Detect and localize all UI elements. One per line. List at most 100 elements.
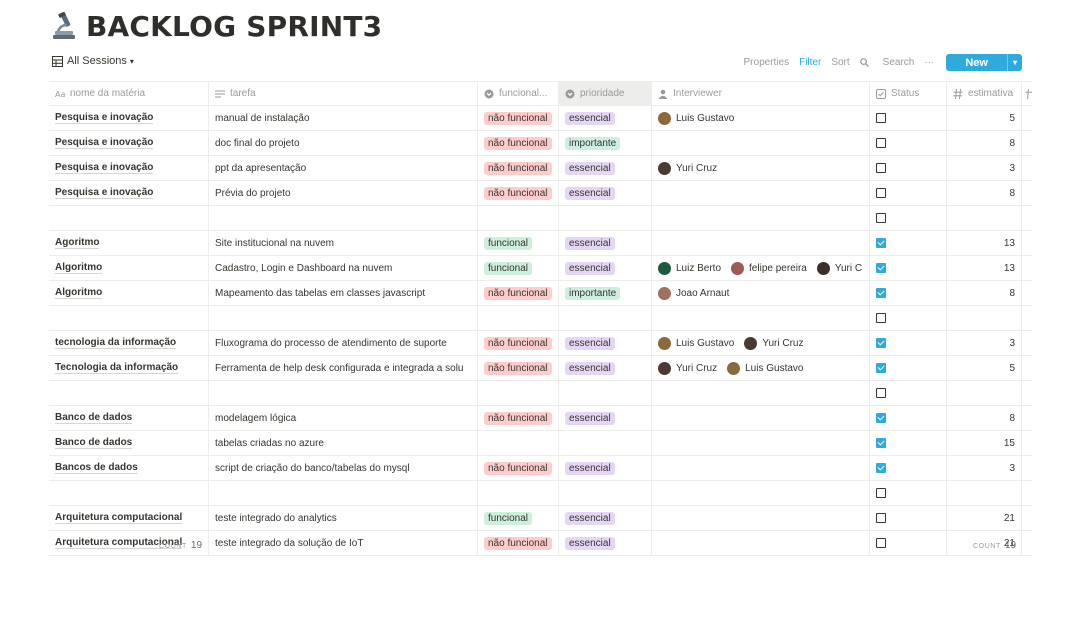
cell-prioridade[interactable]: essencial xyxy=(559,406,652,430)
cell-funcional[interactable] xyxy=(478,481,559,505)
cell-status[interactable] xyxy=(870,456,947,480)
cell-estimativa[interactable]: 3 xyxy=(947,156,1022,180)
cell-status[interactable] xyxy=(870,531,947,555)
cell-prioridade[interactable] xyxy=(559,381,652,405)
cell-status[interactable] xyxy=(870,406,947,430)
cell-interviewer[interactable] xyxy=(652,406,870,430)
cell-materia[interactable]: Agoritmo xyxy=(49,231,209,255)
row-title[interactable]: Pesquisa e inovação xyxy=(55,137,154,149)
cell-tarefa[interactable] xyxy=(209,306,478,330)
cell-prioridade[interactable]: essencial xyxy=(559,231,652,255)
cell-prioridade[interactable] xyxy=(559,206,652,230)
row-title[interactable]: Algoritmo xyxy=(55,262,103,274)
cell-estimativa[interactable] xyxy=(947,381,1022,405)
status-checkbox[interactable] xyxy=(876,538,886,548)
cell-interviewer[interactable] xyxy=(652,181,870,205)
cell-tarefa[interactable]: Mapeamento das tabelas em classes javasc… xyxy=(209,281,478,305)
table-row[interactable]: Agoritmo Site institucional na nuvem funci… xyxy=(49,231,1032,256)
cell-materia[interactable]: Pesquisa e inovação xyxy=(49,131,209,155)
cell-tarefa[interactable]: Fluxograma do processo de atendimento de… xyxy=(209,331,478,355)
row-title[interactable]: Agoritmo xyxy=(55,237,100,249)
cell-materia[interactable] xyxy=(49,381,209,405)
cell-estimativa[interactable]: 3 xyxy=(947,456,1022,480)
column-header-estimativa[interactable]: estimativa xyxy=(947,82,1022,105)
add-column-button[interactable] xyxy=(1022,82,1032,105)
table-row[interactable]: Tecnologia da informação Ferramenta de he… xyxy=(49,356,1032,381)
cell-materia[interactable]: Bancos de dados xyxy=(49,456,209,480)
cell-tarefa[interactable]: Ferramenta de help desk configurada e in… xyxy=(209,356,478,380)
cell-status[interactable] xyxy=(870,181,947,205)
cell-materia[interactable]: Pesquisa e inovação xyxy=(49,156,209,180)
status-checkbox[interactable] xyxy=(876,163,886,173)
cell-estimativa[interactable]: 8 xyxy=(947,181,1022,205)
cell-funcional[interactable]: não funcional xyxy=(478,356,559,380)
cell-status[interactable] xyxy=(870,506,947,530)
cell-materia[interactable] xyxy=(49,306,209,330)
cell-funcional[interactable]: funcional xyxy=(478,256,559,280)
status-checkbox[interactable] xyxy=(876,413,886,423)
cell-estimativa[interactable]: 8 xyxy=(947,281,1022,305)
cell-estimativa[interactable]: 3 xyxy=(947,331,1022,355)
cell-prioridade[interactable]: essencial xyxy=(559,531,652,555)
cell-prioridade[interactable]: essencial xyxy=(559,331,652,355)
row-title[interactable]: Banco de dados xyxy=(55,412,133,424)
table-row[interactable] xyxy=(49,306,1032,331)
table-row[interactable]: Arquitetura computacional teste integrado… xyxy=(49,506,1032,531)
cell-prioridade[interactable] xyxy=(559,306,652,330)
status-checkbox[interactable] xyxy=(876,338,886,348)
table-row[interactable] xyxy=(49,481,1032,506)
cell-tarefa[interactable]: Cadastro, Login e Dashboard na nuvem xyxy=(209,256,478,280)
cell-interviewer[interactable] xyxy=(652,506,870,530)
column-header-interviewer[interactable]: Interviewer xyxy=(652,82,870,105)
cell-status[interactable] xyxy=(870,281,947,305)
cell-interviewer[interactable] xyxy=(652,306,870,330)
cell-tarefa[interactable] xyxy=(209,206,478,230)
properties-button[interactable]: Properties xyxy=(744,57,790,68)
cell-status[interactable] xyxy=(870,106,947,130)
cell-materia[interactable]: Tecnologia da informação xyxy=(49,356,209,380)
cell-materia[interactable]: Pesquisa e inovação xyxy=(49,106,209,130)
row-title[interactable]: Pesquisa e inovação xyxy=(55,187,154,199)
cell-tarefa[interactable]: teste integrado da solução de IoT xyxy=(209,531,478,555)
cell-prioridade[interactable]: essencial xyxy=(559,181,652,205)
cell-funcional[interactable]: não funcional xyxy=(478,281,559,305)
cell-estimativa[interactable]: 5 xyxy=(947,106,1022,130)
cell-funcional[interactable]: não funcional xyxy=(478,131,559,155)
status-checkbox[interactable] xyxy=(876,488,886,498)
status-checkbox[interactable] xyxy=(876,363,886,373)
cell-interviewer[interactable]: Luiz Berto felipe pereira Yuri C xyxy=(652,256,870,280)
cell-funcional[interactable] xyxy=(478,306,559,330)
table-row[interactable]: Algoritmo Cadastro, Login e Dashboard na … xyxy=(49,256,1032,281)
row-title[interactable]: Tecnologia da informação xyxy=(55,362,179,374)
cell-interviewer[interactable] xyxy=(652,131,870,155)
cell-interviewer[interactable] xyxy=(652,456,870,480)
status-checkbox[interactable] xyxy=(876,513,886,523)
table-row[interactable] xyxy=(49,381,1032,406)
cell-materia[interactable]: Arquitetura computacional xyxy=(49,506,209,530)
row-title[interactable]: Banco de dados xyxy=(55,437,133,449)
cell-tarefa[interactable]: Prévia do projeto xyxy=(209,181,478,205)
status-checkbox[interactable] xyxy=(876,238,886,248)
column-header-prioridade[interactable]: prioridade xyxy=(559,82,652,105)
cell-materia[interactable]: Algoritmo xyxy=(49,281,209,305)
status-checkbox[interactable] xyxy=(876,288,886,298)
cell-status[interactable] xyxy=(870,306,947,330)
cell-tarefa[interactable]: tabelas criadas no azure xyxy=(209,431,478,455)
cell-status[interactable] xyxy=(870,156,947,180)
cell-prioridade[interactable]: essencial xyxy=(559,456,652,480)
new-button[interactable]: New ▾ xyxy=(946,54,1022,71)
table-row[interactable]: Pesquisa e inovação manual de instalação n… xyxy=(49,106,1032,131)
cell-status[interactable] xyxy=(870,206,947,230)
cell-prioridade[interactable]: essencial xyxy=(559,106,652,130)
cell-funcional[interactable]: não funcional xyxy=(478,331,559,355)
status-checkbox[interactable] xyxy=(876,138,886,148)
cell-estimativa[interactable]: 13 xyxy=(947,256,1022,280)
table-row[interactable]: Pesquisa e inovação doc final do projeto n… xyxy=(49,131,1032,156)
cell-prioridade[interactable]: essencial xyxy=(559,506,652,530)
cell-prioridade[interactable]: essencial xyxy=(559,356,652,380)
search-button[interactable]: Search xyxy=(859,57,914,68)
table-row[interactable]: Pesquisa e inovação ppt da apresentação nã… xyxy=(49,156,1032,181)
cell-estimativa[interactable]: 21 xyxy=(947,506,1022,530)
cell-estimativa[interactable]: 8 xyxy=(947,406,1022,430)
cell-interviewer[interactable] xyxy=(652,531,870,555)
